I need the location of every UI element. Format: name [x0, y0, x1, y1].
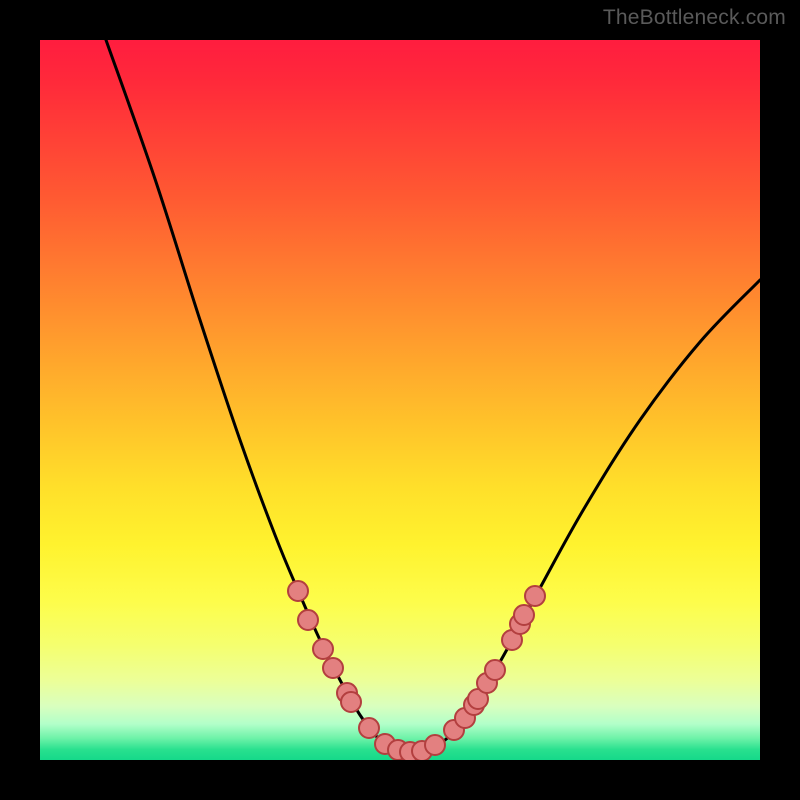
marker-dot	[341, 692, 361, 712]
marker-dot	[514, 605, 534, 625]
chart-frame: TheBottleneck.com	[0, 0, 800, 800]
marker-dot	[485, 660, 505, 680]
marker-dot	[288, 581, 308, 601]
curve-markers	[288, 581, 545, 760]
marker-dot	[313, 639, 333, 659]
marker-dot	[425, 735, 445, 755]
plot-area	[40, 40, 760, 760]
marker-dot	[359, 718, 379, 738]
watermark-text: TheBottleneck.com	[603, 6, 786, 30]
marker-dot	[525, 586, 545, 606]
bottleneck-curve	[106, 40, 760, 752]
marker-dot	[298, 610, 318, 630]
marker-dot	[323, 658, 343, 678]
chart-svg	[40, 40, 760, 760]
